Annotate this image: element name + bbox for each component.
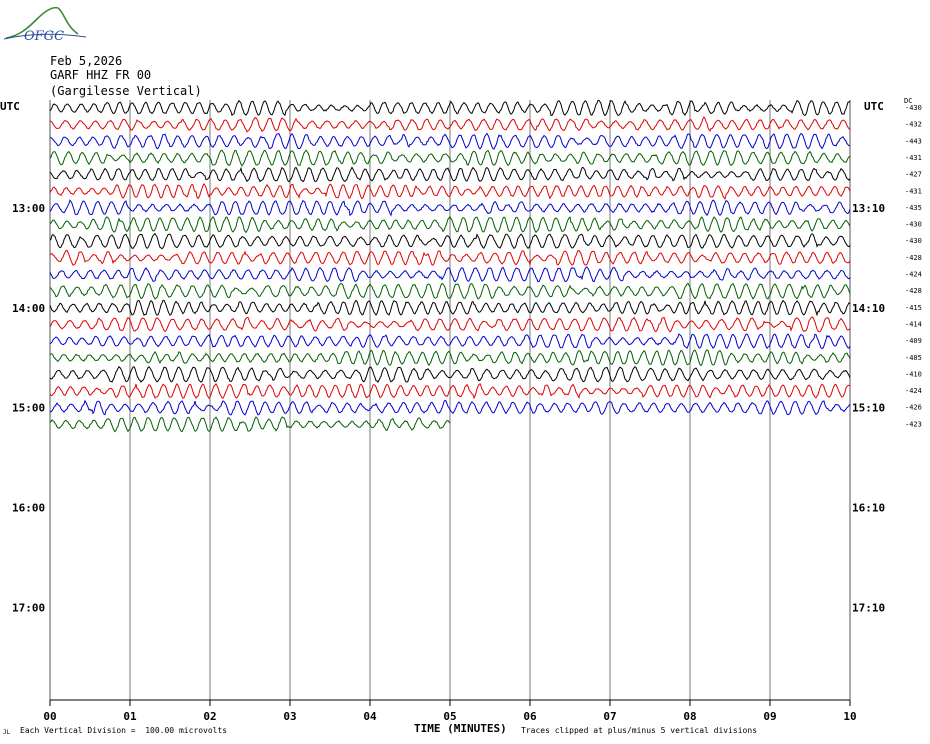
dc-offset-label: -430 xyxy=(905,221,922,229)
dc-offset-label: -423 xyxy=(905,420,922,428)
hour-label-right: 17:10 xyxy=(852,602,885,615)
hour-label-left: 14:00 xyxy=(12,302,45,315)
x-tick-label: 01 xyxy=(123,710,137,723)
dc-offset-label: -430 xyxy=(905,237,922,245)
date-label: Feb 5,2026 xyxy=(50,54,123,68)
dc-offset-label: -424 xyxy=(905,271,922,279)
left-unit-label: UTC xyxy=(0,100,20,113)
dc-offset-label: -405 xyxy=(905,354,922,362)
hour-label-right: 16:10 xyxy=(852,502,885,515)
station-label: GARF HHZ FR 00 xyxy=(50,68,152,82)
dc-offset-label: -432 xyxy=(905,121,922,129)
dc-offset-labels: -430 -432 -443 -431 -427 -431 -435 -430 -430 -428… xyxy=(905,104,922,428)
hour-label-right: 15:10 xyxy=(852,402,885,415)
dc-offset-label: -428 xyxy=(905,287,922,295)
logo-text: OFGC xyxy=(24,29,64,44)
dc-label: DC xyxy=(904,97,913,105)
dc-offset-label: -443 xyxy=(905,137,922,145)
x-tick-label: 09 xyxy=(763,710,776,723)
x-axis-title: TIME (MINUTES) xyxy=(414,722,507,735)
x-tick-label: 10 xyxy=(843,710,856,723)
dc-offset-label: -424 xyxy=(905,387,922,395)
dc-offset-label: -410 xyxy=(905,370,922,378)
hour-label-left: 16:00 xyxy=(12,502,45,515)
x-tick-label: 06 xyxy=(523,710,537,723)
dc-offset-label: -409 xyxy=(905,337,922,345)
x-tick-label: 03 xyxy=(283,710,296,723)
dc-offset-label: -431 xyxy=(905,187,922,195)
dc-offset-label: -431 xyxy=(905,154,922,162)
trace-line xyxy=(49,416,451,433)
dc-offset-label: -435 xyxy=(905,204,922,212)
hour-label-left: 15:00 xyxy=(12,402,45,415)
x-tick-label: 08 xyxy=(683,710,696,723)
ofgc-logo: OFGC xyxy=(3,6,87,44)
hour-label-left: 13:00 xyxy=(12,202,45,215)
dc-offset-label: -414 xyxy=(905,320,922,328)
clip-note: Traces clipped at plus/minus 5 vertical … xyxy=(521,726,758,735)
corner-mark: JL xyxy=(3,729,11,736)
location-label: (Gargilesse Vertical) xyxy=(50,84,202,98)
x-tick-label: 04 xyxy=(363,710,377,723)
dc-offset-label: -426 xyxy=(905,404,922,412)
dc-offset-label: -415 xyxy=(905,304,922,312)
x-tick-label: 07 xyxy=(603,710,616,723)
seismogram-chart: OFGC 13:00 14:00 15:00 16:00 17:00 13:10 14:10… xyxy=(3,6,922,723)
right-unit-label: UTC xyxy=(864,100,884,113)
dc-offset-label: -428 xyxy=(905,254,922,262)
dc-offset-label: -430 xyxy=(905,104,922,112)
hour-label-left: 17:00 xyxy=(12,602,45,615)
hour-label-right: 14:10 xyxy=(852,302,885,315)
dc-offset-label: -427 xyxy=(905,171,922,179)
x-tick-label: 00 xyxy=(43,710,56,723)
hour-label-right: 13:10 xyxy=(852,202,885,215)
scale-note: Each Vertical Division = 100.00 microvol… xyxy=(20,726,228,735)
x-tick-label: 02 xyxy=(203,710,216,723)
